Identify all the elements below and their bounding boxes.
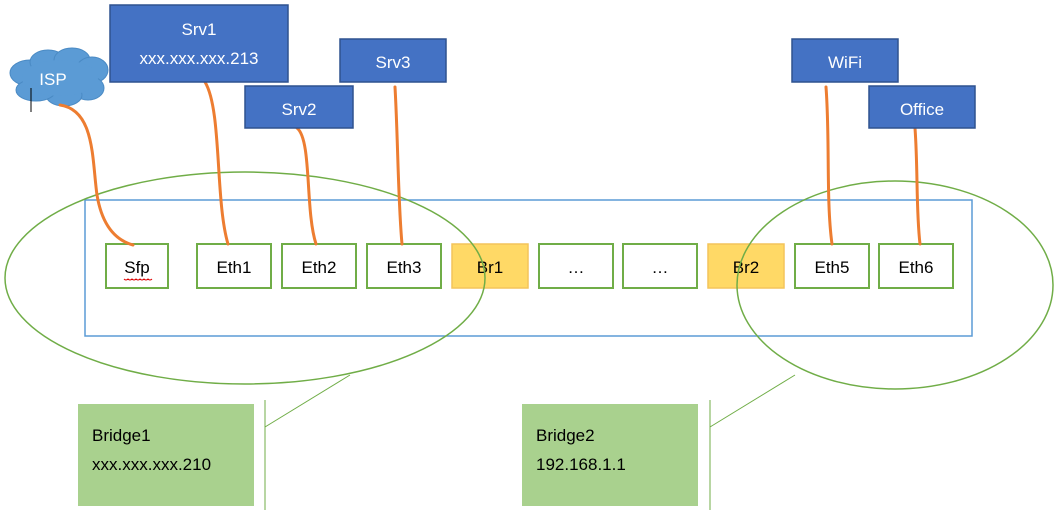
bridge2-callout: Bridge2 192.168.1.1 — [522, 374, 796, 510]
server-label: WiFi — [828, 53, 862, 72]
port-label: Sfp — [124, 258, 150, 277]
server-label: Office — [900, 100, 944, 119]
port-ellipsis-1: … — [538, 243, 614, 289]
port-label: … — [652, 258, 669, 277]
port-label: … — [568, 258, 585, 277]
port-Eth1: Eth1 — [196, 243, 272, 289]
cables — [58, 80, 922, 247]
network-diagram: Sfp Eth1 Eth2 Eth3 Br1 … … Br2 Eth5 Eth6 — [4, 4, 1054, 510]
port-Sfp: Sfp — [105, 243, 169, 289]
port-label: Eth1 — [217, 258, 252, 277]
server-srv1: Srv1 xxx.xxx.xxx.213 — [109, 4, 289, 83]
port-Eth6: Eth6 — [878, 243, 954, 289]
bridge-name: Bridge1 — [92, 426, 151, 445]
server-label: Srv2 — [282, 100, 317, 119]
bridge-ip: 192.168.1.1 — [536, 455, 626, 474]
port-Eth3: Eth3 — [366, 243, 442, 289]
bridge1-callout: Bridge1 xxx.xxx.xxx.210 — [78, 374, 351, 510]
port-Eth2: Eth2 — [281, 243, 357, 289]
device-office: Office — [868, 85, 976, 129]
port-label: Eth5 — [815, 258, 850, 277]
server-label: Srv3 — [376, 53, 411, 72]
server-ip: xxx.xxx.xxx.213 — [139, 49, 258, 68]
port-label: Eth6 — [899, 258, 934, 277]
cable-isp-sfp — [58, 103, 135, 247]
port-label: Br1 — [477, 258, 503, 277]
port-Br1: Br1 — [451, 243, 529, 289]
isp-cloud: ISP — [9, 47, 109, 112]
bridge-name: Bridge2 — [536, 426, 595, 445]
cable-srv2-eth2 — [295, 126, 318, 246]
cable-srv1-eth1 — [203, 80, 230, 246]
cable-wifi-eth5 — [824, 85, 834, 246]
port-Eth5: Eth5 — [794, 243, 870, 289]
port-label: Br2 — [733, 258, 759, 277]
port-label: Eth3 — [387, 258, 422, 277]
bridge-ip: xxx.xxx.xxx.210 — [92, 455, 211, 474]
port-ellipsis-2: … — [622, 243, 698, 289]
cable-srv3-eth3 — [393, 85, 404, 246]
server-label: Srv1 — [182, 20, 217, 39]
server-srv2: Srv2 — [244, 85, 354, 129]
port-label: Eth2 — [302, 258, 337, 277]
server-srv3: Srv3 — [339, 38, 447, 83]
isp-label: ISP — [39, 70, 66, 89]
device-wifi: WiFi — [791, 38, 899, 83]
cable-office-eth6 — [913, 126, 922, 246]
